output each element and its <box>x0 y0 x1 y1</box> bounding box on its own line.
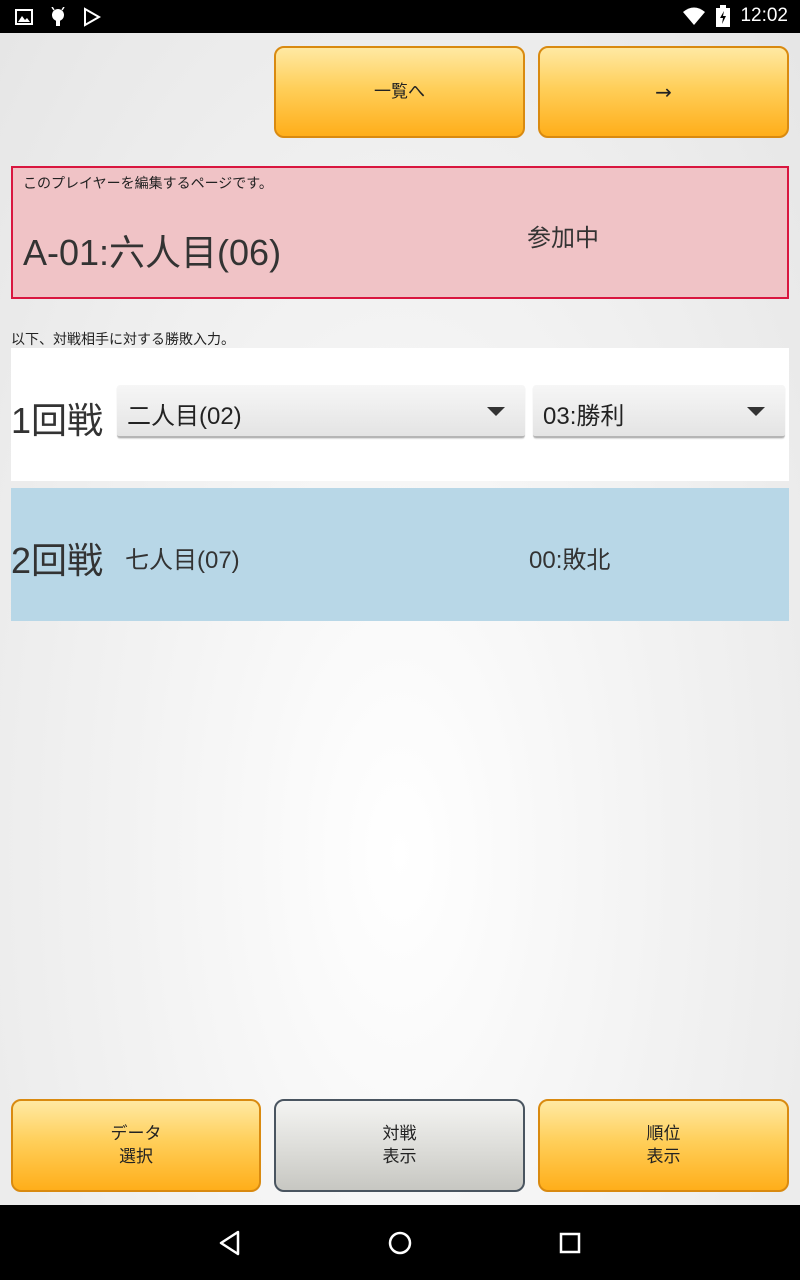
round-label: 1回戦 <box>11 400 104 441</box>
back-button[interactable] <box>212 1225 248 1261</box>
play-store-icon <box>84 7 102 27</box>
result-text: 00:敗北 <box>529 547 611 574</box>
list-button[interactable]: 一覧へ <box>274 46 525 138</box>
battery-icon <box>716 5 731 27</box>
player-name: A-01:六人目(06) <box>23 232 282 273</box>
recents-icon <box>559 1232 581 1254</box>
round-row-1: 1回戦 二人目(02) 03:勝利 <box>11 348 789 481</box>
edit-page-note: このプレイヤーを編集するページです。 <box>23 176 273 192</box>
back-icon <box>219 1230 240 1256</box>
dropdown-arrow-icon <box>487 407 505 416</box>
wifi-icon <box>683 7 706 25</box>
opponent-value: 二人目(02) <box>127 403 242 430</box>
image-icon <box>15 9 33 25</box>
round-row-2[interactable]: 2回戦 七人目(07) 00:敗北 <box>11 488 789 621</box>
navigation-bar <box>0 1205 800 1280</box>
instruction-text: 以下、対戦相手に対する勝敗入力。 <box>11 332 235 348</box>
status-bar: 12:02 <box>0 0 800 33</box>
next-button[interactable]: → <box>538 46 789 138</box>
recents-button[interactable] <box>552 1225 588 1261</box>
home-button[interactable] <box>382 1225 418 1261</box>
dropdown-arrow-icon <box>747 407 765 416</box>
data-select-button[interactable]: データ 選択 <box>11 1099 261 1192</box>
app-content: 一覧へ → このプレイヤーを編集するページです。 A-01:六人目(06) 参加… <box>0 33 800 1205</box>
result-value: 03:勝利 <box>543 403 625 430</box>
android-icon <box>51 7 65 26</box>
opponent-name: 七人目(07) <box>125 547 240 574</box>
result-select[interactable]: 03:勝利 <box>533 385 785 438</box>
opponent-select[interactable]: 二人目(02) <box>117 385 525 438</box>
home-icon <box>388 1231 412 1255</box>
ranking-view-button[interactable]: 順位 表示 <box>538 1099 789 1192</box>
player-info-panel: このプレイヤーを編集するページです。 A-01:六人目(06) 参加中 <box>11 166 789 299</box>
match-view-button[interactable]: 対戦 表示 <box>274 1099 525 1192</box>
round-label: 2回戦 <box>11 540 104 581</box>
player-status: 参加中 <box>527 224 599 252</box>
clock: 12:02 <box>740 5 788 26</box>
